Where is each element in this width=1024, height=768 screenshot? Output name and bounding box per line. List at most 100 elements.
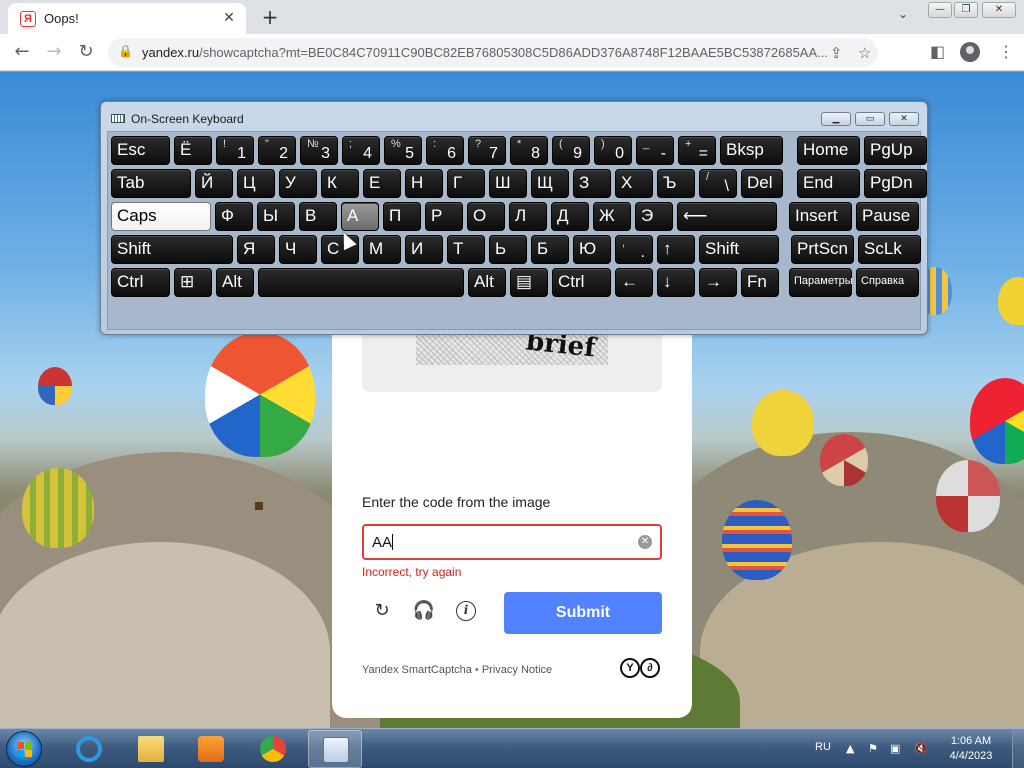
osk-key-к[interactable]: К bbox=[321, 169, 359, 198]
osk-key-справка[interactable]: Справка bbox=[856, 268, 919, 297]
osk-key-т[interactable]: Т bbox=[447, 235, 485, 264]
submit-button[interactable]: Submit bbox=[504, 592, 662, 634]
window-minimize-button[interactable]: — bbox=[928, 2, 952, 18]
osk-key-9[interactable]: (9 bbox=[552, 136, 590, 165]
osk-key-ь[interactable]: Ь bbox=[489, 235, 527, 264]
osk-key-shift[interactable]: Shift bbox=[111, 235, 233, 264]
osk-key-▤[interactable]: ▤ bbox=[510, 268, 548, 297]
osk-key-н[interactable]: Н bbox=[405, 169, 443, 198]
osk-key-ш[interactable]: Ш bbox=[489, 169, 527, 198]
osk-key-↓[interactable]: ↓ bbox=[657, 268, 695, 297]
taskbar-media-player[interactable] bbox=[184, 730, 238, 768]
osk-key-2[interactable]: " 2 bbox=[258, 136, 296, 165]
osk-key-в[interactable]: В bbox=[299, 202, 337, 231]
osk-key-space[interactable] bbox=[258, 268, 464, 297]
osk-key-pgup[interactable]: PgUp bbox=[864, 136, 927, 165]
osk-key-8[interactable]: * 8 bbox=[510, 136, 548, 165]
back-icon[interactable]: ← bbox=[10, 40, 34, 64]
osk-key-г[interactable]: Г bbox=[447, 169, 485, 198]
osk-key-ч[interactable]: Ч bbox=[279, 235, 317, 264]
osk-key-ctrl[interactable]: Ctrl bbox=[111, 268, 170, 297]
osk-key-д[interactable]: Д bbox=[551, 202, 589, 231]
osk-key-↑[interactable]: ↑ bbox=[657, 235, 695, 264]
osk-key-bksp[interactable]: Bksp bbox=[720, 136, 783, 165]
osk-key-.[interactable]: ,. bbox=[615, 235, 653, 264]
osk-key-о[interactable]: О bbox=[467, 202, 505, 231]
taskbar-internet-explorer[interactable] bbox=[62, 730, 116, 768]
osk-key-й[interactable]: Й bbox=[195, 169, 233, 198]
tray-expand-icon[interactable]: ▲ bbox=[846, 742, 854, 755]
osk-key-⟵[interactable]: ⟵ bbox=[677, 202, 777, 231]
osk-key-щ[interactable]: Щ bbox=[531, 169, 569, 198]
clear-icon[interactable]: ✕ bbox=[638, 535, 652, 549]
osk-key-pgdn[interactable]: PgDn bbox=[864, 169, 927, 198]
osk-key-ж[interactable]: Ж bbox=[593, 202, 631, 231]
window-close-button[interactable]: ✕ bbox=[982, 2, 1016, 18]
profile-icon[interactable] bbox=[960, 42, 980, 62]
osk-key-ъ[interactable]: Ъ bbox=[657, 169, 695, 198]
star-icon[interactable]: ☆ bbox=[858, 44, 871, 62]
tab-oops[interactable]: Я Oops! ✕ bbox=[8, 3, 246, 34]
headphones-icon[interactable]: 🎧 bbox=[412, 599, 436, 623]
language-indicator[interactable]: RU bbox=[815, 741, 831, 753]
osk-key-5[interactable]: % 5 bbox=[384, 136, 422, 165]
osk-key--[interactable]: _ - bbox=[636, 136, 674, 165]
side-panel-icon[interactable]: ◧ bbox=[930, 42, 945, 61]
smartcaptcha-link[interactable]: Yandex SmartCaptcha bbox=[362, 664, 472, 676]
osk-key-ы[interactable]: Ы bbox=[257, 202, 295, 231]
osk-key-sclk[interactable]: ScLk bbox=[858, 235, 921, 264]
info-icon[interactable]: i bbox=[456, 601, 476, 621]
osk-key-shift[interactable]: Shift bbox=[699, 235, 779, 264]
osk-key-6[interactable]: :6 bbox=[426, 136, 464, 165]
osk-key-tab[interactable]: Tab bbox=[111, 169, 191, 198]
code-input[interactable]: AA ✕ bbox=[362, 524, 662, 560]
osk-key-ц[interactable]: Ц bbox=[237, 169, 275, 198]
refresh-icon[interactable]: ↻ bbox=[370, 599, 394, 623]
osk-key-→[interactable]: → bbox=[699, 268, 737, 297]
osk-key-б[interactable]: Б bbox=[531, 235, 569, 264]
start-button[interactable] bbox=[6, 731, 42, 767]
tab-search-icon[interactable]: ⌄ bbox=[898, 7, 908, 21]
osk-key-alt[interactable]: Alt bbox=[216, 268, 254, 297]
osk-key-параметры[interactable]: Параметры bbox=[789, 268, 853, 297]
osk-key-ё[interactable]: Ё bbox=[174, 136, 212, 165]
osk-key-←[interactable]: ← bbox=[615, 268, 653, 297]
system-clock[interactable]: 1:06 AM 4/4/2023 bbox=[940, 734, 1002, 764]
osk-key-ф[interactable]: Ф bbox=[215, 202, 253, 231]
address-url[interactable]: yandex.ru/showcaptcha?mt=BE0C84C70911C90… bbox=[142, 45, 842, 60]
volume-muted-icon[interactable]: 🔇 bbox=[914, 742, 928, 755]
osk-key-home[interactable]: Home bbox=[797, 136, 860, 165]
osk-key-0[interactable]: ) 0 bbox=[594, 136, 632, 165]
privacy-notice-link[interactable]: Privacy Notice bbox=[482, 664, 552, 676]
osk-key-а[interactable]: А bbox=[341, 202, 379, 231]
action-center-flag-icon[interactable]: ⚑ bbox=[868, 742, 878, 755]
osk-key-ю[interactable]: Ю bbox=[573, 235, 611, 264]
osk-maximize-button[interactable]: ▭ bbox=[855, 112, 885, 126]
kebab-menu-icon[interactable]: ⋮ bbox=[998, 42, 1014, 61]
taskbar-chrome[interactable] bbox=[246, 730, 300, 768]
osk-key-\[interactable]: / \ bbox=[699, 169, 737, 198]
osk-key-л[interactable]: Л bbox=[509, 202, 547, 231]
show-desktop-button[interactable] bbox=[1012, 729, 1024, 768]
osk-key-alt[interactable]: Alt bbox=[468, 268, 506, 297]
osk-key-caps[interactable]: Caps bbox=[111, 202, 211, 231]
osk-key-ctrl[interactable]: Ctrl bbox=[552, 268, 611, 297]
osk-key-pause[interactable]: Pause bbox=[856, 202, 919, 231]
share-icon[interactable]: ⇪ bbox=[830, 44, 843, 62]
osk-key-и[interactable]: И bbox=[405, 235, 443, 264]
reload-icon[interactable]: ↻ bbox=[74, 40, 98, 64]
osk-minimize-button[interactable]: ▁ bbox=[821, 112, 851, 126]
osk-key-1[interactable]: ! 1 bbox=[216, 136, 254, 165]
osk-key-end[interactable]: End bbox=[797, 169, 860, 198]
osk-key-х[interactable]: Х bbox=[615, 169, 653, 198]
osk-key-=[interactable]: + = bbox=[678, 136, 716, 165]
window-restore-button[interactable]: ❐ bbox=[954, 2, 978, 18]
osk-key-я[interactable]: Я bbox=[237, 235, 275, 264]
osk-key-7[interactable]: ? 7 bbox=[468, 136, 506, 165]
tab-close-icon[interactable]: ✕ bbox=[220, 9, 238, 27]
osk-key-э[interactable]: Э bbox=[635, 202, 673, 231]
osk-key-у[interactable]: У bbox=[279, 169, 317, 198]
osk-key-del[interactable]: Del bbox=[741, 169, 783, 198]
osk-key-м[interactable]: М bbox=[363, 235, 401, 264]
osk-key-п[interactable]: П bbox=[383, 202, 421, 231]
